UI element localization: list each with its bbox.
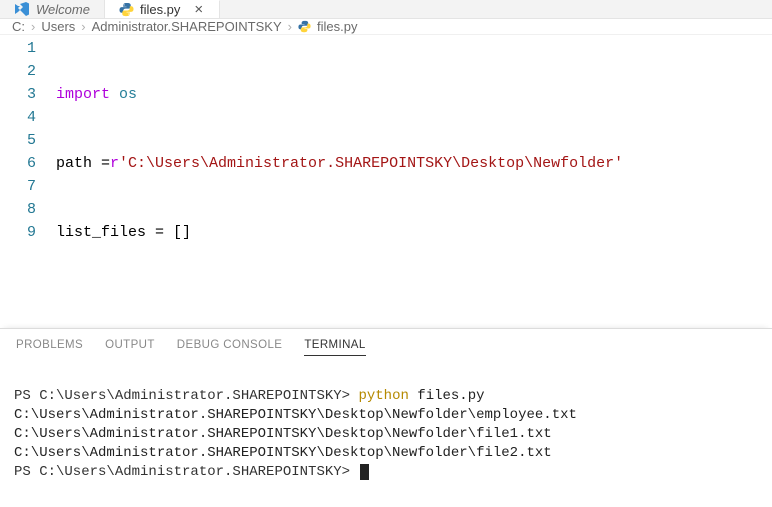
tab-welcome[interactable]: Welcome (0, 0, 105, 18)
close-icon[interactable]: × (192, 1, 205, 18)
terminal-prompt: PS C:\Users\Administrator.SHAREPOINTSKY> (14, 388, 358, 404)
code-line: list_files = [] (56, 221, 772, 244)
breadcrumb-segment[interactable]: Users (41, 19, 75, 34)
python-icon (298, 20, 311, 33)
breadcrumb-file[interactable]: files.py (317, 19, 357, 34)
python-icon (119, 2, 134, 17)
bottom-panel: PROBLEMS OUTPUT DEBUG CONSOLE TERMINAL P… (0, 328, 772, 506)
terminal-command: python (358, 388, 408, 404)
panel-tab-output[interactable]: OUTPUT (105, 339, 155, 356)
tab-file-label: files.py (140, 2, 180, 17)
breadcrumb: C: › Users › Administrator.SHAREPOINTSKY… (0, 19, 772, 35)
breadcrumb-segment[interactable]: C: (12, 19, 25, 34)
panel-tab-bar: PROBLEMS OUTPUT DEBUG CONSOLE TERMINAL (0, 329, 772, 362)
code-line: path =r'C:\Users\Administrator.SHAREPOIN… (56, 152, 772, 175)
terminal-output-line: C:\Users\Administrator.SHAREPOINTSKY\Des… (14, 445, 552, 461)
code-area[interactable]: import os path =r'C:\Users\Administrator… (56, 37, 772, 328)
tab-welcome-label: Welcome (36, 2, 90, 17)
chevron-right-icon: › (79, 19, 87, 34)
line-gutter: 1 2 3 4 5 6 7 8 9 (0, 37, 56, 328)
code-editor[interactable]: 1 2 3 4 5 6 7 8 9 import os path =r'C:\U… (0, 35, 772, 328)
terminal-output-line: C:\Users\Administrator.SHAREPOINTSKY\Des… (14, 426, 552, 442)
tab-file[interactable]: files.py × (105, 0, 220, 18)
code-line (56, 290, 772, 313)
code-line: import os (56, 83, 772, 106)
panel-tab-problems[interactable]: PROBLEMS (16, 339, 83, 356)
terminal-output-line: C:\Users\Administrator.SHAREPOINTSKY\Des… (14, 407, 577, 423)
breadcrumb-segment[interactable]: Administrator.SHAREPOINTSKY (92, 19, 282, 34)
tab-bar: Welcome files.py × (0, 0, 772, 19)
panel-tab-terminal[interactable]: TERMINAL (304, 339, 365, 356)
chevron-right-icon: › (29, 19, 37, 34)
panel-tab-debug[interactable]: DEBUG CONSOLE (177, 339, 283, 356)
vscode-icon (14, 1, 30, 17)
terminal-prompt: PS C:\Users\Administrator.SHAREPOINTSKY> (14, 464, 358, 480)
chevron-right-icon: › (286, 19, 294, 34)
terminal[interactable]: PS C:\Users\Administrator.SHAREPOINTSKY>… (0, 362, 772, 507)
terminal-cursor (360, 464, 369, 480)
